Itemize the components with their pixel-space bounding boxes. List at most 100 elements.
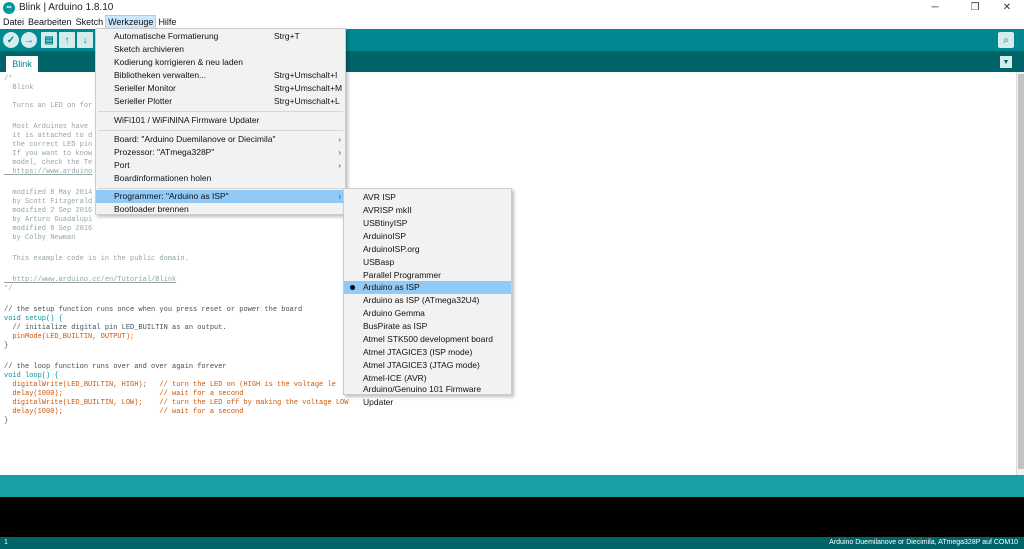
console-output[interactable] <box>0 497 1024 537</box>
code-line: it is attached to d <box>4 132 93 140</box>
menu-item-shortcut: Strg+T <box>274 31 300 41</box>
submenu-arrow-icon: › <box>338 192 341 201</box>
open-sketch-icon[interactable]: ↑ <box>59 32 75 48</box>
code-line: /* <box>4 75 13 83</box>
menu-separator <box>98 111 343 112</box>
submenu-arrow-icon: › <box>338 148 341 157</box>
code-line: the correct LED pin <box>4 141 93 149</box>
menu-item-serial-plotter[interactable]: Serieller Plotter Strg+Umschalt+L <box>96 95 345 108</box>
radio-selected-icon <box>350 285 355 290</box>
menu-item-board[interactable]: Board: "Arduino Duemilanove or Diecimila… <box>96 133 345 146</box>
menu-sketch[interactable]: Sketch <box>74 15 106 29</box>
code-line: void loop() { <box>4 372 59 380</box>
menu-item-shortcut: Strg+Umschalt+L <box>274 96 340 106</box>
serial-monitor-icon[interactable]: ⌕ <box>998 32 1014 48</box>
code-line: */ <box>4 285 13 293</box>
programmer-option-label: USBtinyISP <box>363 218 408 228</box>
code-line: by Colby Newman <box>4 234 76 242</box>
programmer-option[interactable]: AVR ISP <box>344 191 511 204</box>
menu-datei[interactable]: Datei <box>1 15 26 29</box>
menu-item-label: Board: "Arduino Duemilanove or Diecimila… <box>114 134 276 144</box>
programmer-option-selected[interactable]: Arduino as ISP <box>344 281 511 294</box>
menu-bearbeiten[interactable]: Bearbeiten <box>26 15 74 29</box>
programmer-option-label: Atmel JTAGICE3 (ISP mode) <box>363 347 473 357</box>
menu-item-label: Serieller Monitor <box>114 83 176 93</box>
editor-scrollbar[interactable] <box>1016 72 1024 475</box>
menu-item-firmware-updater[interactable]: WiFi101 / WiFiNINA Firmware Updater <box>96 114 345 127</box>
title-bar: ∞ Blink | Arduino 1.8.10 ─ ❐ ✕ <box>0 0 1024 15</box>
menu-item-shortcut: Strg+Umschalt+I <box>274 70 338 80</box>
programmer-option[interactable]: Atmel JTAGICE3 (ISP mode) <box>344 346 511 359</box>
menu-item-label: Sketch archivieren <box>114 44 184 54</box>
programmer-option[interactable]: Arduino as ISP (ATmega32U4) <box>344 294 511 307</box>
menu-hilfe[interactable]: Hilfe <box>156 15 178 29</box>
code-line-link[interactable]: https://www.arduino <box>4 168 92 177</box>
programmer-option[interactable]: ArduinoISP.org <box>344 243 511 256</box>
programmer-option[interactable]: Arduino/Genuino 101 Firmware Updater <box>344 383 511 407</box>
message-bar <box>0 475 1024 497</box>
programmer-option-label: AVRISP mkII <box>363 205 412 215</box>
programmer-option[interactable]: USBasp <box>344 256 511 269</box>
code-line: pinMode(LED_BUILTIN, OUTPUT); <box>4 333 135 341</box>
programmer-option[interactable]: USBtinyISP <box>344 217 511 230</box>
new-sketch-icon[interactable]: ▤ <box>41 32 57 48</box>
menu-item-label: Programmer: "Arduino as ISP" <box>114 191 229 201</box>
programmer-option-label: Atmel STK500 development board <box>363 334 493 344</box>
programmer-option[interactable]: AVRISP mkII <box>344 204 511 217</box>
tab-menu-chevron-down-icon[interactable]: ▼ <box>1000 56 1012 68</box>
close-button[interactable]: ✕ <box>992 0 1022 15</box>
window-title: Blink | Arduino 1.8.10 <box>19 2 114 13</box>
menu-werkzeuge[interactable]: Werkzeuge <box>105 15 157 29</box>
menu-item-port[interactable]: Port › <box>96 159 345 172</box>
code-line: } <box>4 417 9 425</box>
menu-item-serial-monitor[interactable]: Serieller Monitor Strg+Umschalt+M <box>96 82 345 95</box>
programmer-option-label: Arduino Gemma <box>363 308 425 318</box>
code-line: Most Arduinos have <box>4 123 89 131</box>
menu-item-board-info[interactable]: Boardinformationen holen <box>96 172 345 185</box>
programmer-option[interactable]: ArduinoISP <box>344 230 511 243</box>
programmer-option-label: ArduinoISP.org <box>363 244 420 254</box>
menu-item-shortcut: Strg+Umschalt+M <box>274 83 343 93</box>
verify-icon[interactable]: ✓ <box>3 32 19 48</box>
programmer-option[interactable]: Atmel STK500 development board <box>344 333 511 346</box>
menu-item-fix-encoding[interactable]: Kodierung korrigieren & neu laden <box>96 56 345 69</box>
menu-item-archive-sketch[interactable]: Sketch archivieren <box>96 43 345 56</box>
code-line: // initialize digital pin LED_BUILTIN as… <box>4 324 227 332</box>
code-line: } <box>4 342 9 350</box>
menu-item-auto-format[interactable]: Automatische Formatierung Strg+T <box>96 30 345 43</box>
code-line: digitalWrite(LED_BUILTIN, LOW); // turn … <box>4 399 349 407</box>
scrollbar-thumb[interactable] <box>1018 74 1024 469</box>
menu-item-manage-libraries[interactable]: Bibliotheken verwalten... Strg+Umschalt+… <box>96 69 345 82</box>
code-line: Turns an LED on for <box>4 102 93 110</box>
tab-blink[interactable]: Blink <box>6 56 38 72</box>
programmer-option-label: Arduino as ISP (ATmega32U4) <box>363 295 480 305</box>
minimize-button[interactable]: ─ <box>920 0 950 15</box>
code-line: modified 8 Sep 2016 <box>4 225 93 233</box>
arduino-logo-icon: ∞ <box>3 1 15 14</box>
menu-item-processor[interactable]: Prozessor: "ATmega328P" › <box>96 146 345 159</box>
code-line: by Arturo Guadalupi <box>4 216 93 224</box>
upload-icon[interactable]: → <box>21 32 37 48</box>
menu-item-label: Automatische Formatierung <box>114 31 219 41</box>
code-line: modified 8 May 2014 <box>4 189 93 197</box>
code-line: delay(1000); // wait for a second <box>4 390 244 398</box>
code-line: delay(1000); // wait for a second <box>4 408 244 416</box>
programmer-submenu: AVR ISP AVRISP mkII USBtinyISP ArduinoIS… <box>343 188 512 407</box>
menu-item-label: Serieller Plotter <box>114 96 173 106</box>
status-bar: 1 Arduino Duemilanove or Diecimila, ATme… <box>0 537 1024 549</box>
submenu-arrow-icon: › <box>338 135 341 144</box>
menu-separator <box>98 130 343 131</box>
menu-item-programmer[interactable]: Programmer: "Arduino as ISP" › <box>96 190 345 203</box>
menu-item-label: Prozessor: "ATmega328P" <box>114 147 215 157</box>
save-sketch-icon[interactable]: ↓ <box>77 32 93 48</box>
programmer-option[interactable]: BusPirate as ISP <box>344 320 511 333</box>
programmer-option[interactable]: Atmel JTAGICE3 (JTAG mode) <box>344 359 511 372</box>
maximize-button[interactable]: ❐ <box>960 0 990 15</box>
code-line: This example code is in the public domai… <box>4 255 189 263</box>
code-line: // the loop function runs over and over … <box>4 363 227 371</box>
code-line: Blink <box>4 84 34 92</box>
code-line: model, check the Te <box>4 159 93 167</box>
menu-item-burn-bootloader[interactable]: Bootloader brennen <box>96 203 345 216</box>
code-line-link[interactable]: http://www.arduino.cc/en/Tutorial/Blink <box>4 276 176 285</box>
programmer-option[interactable]: Arduino Gemma <box>344 307 511 320</box>
